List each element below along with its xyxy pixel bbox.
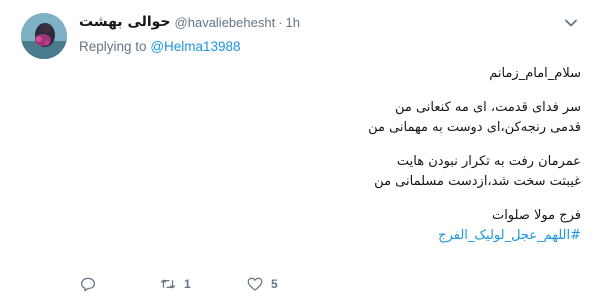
avatar-image bbox=[21, 13, 67, 59]
reply-mention-link[interactable]: @Helma13988 bbox=[150, 39, 240, 54]
tweet-text: سلام_امام_زمانم سر فدای قدمت، ای مه کنعا… bbox=[61, 64, 581, 246]
like-count: 5 bbox=[271, 277, 278, 291]
hashtag-link[interactable]: #اللهم_عجل_لولیک_الفرج bbox=[61, 226, 581, 246]
retweet-icon bbox=[159, 275, 177, 293]
avatar[interactable] bbox=[21, 13, 67, 59]
tweet-header: حوالی بهشت @havaliebehesht · 1h bbox=[79, 12, 300, 32]
display-name[interactable]: حوالی بهشت bbox=[79, 14, 171, 30]
tweet[interactable]: حوالی بهشت @havaliebehesht · 1h Replying… bbox=[0, 0, 598, 299]
replying-to-label: Replying to bbox=[79, 39, 147, 54]
retweet-count: 1 bbox=[184, 277, 191, 291]
replying-to: Replying to @Helma13988 bbox=[79, 39, 241, 54]
heart-icon bbox=[246, 275, 264, 293]
retweet-button[interactable]: 1 bbox=[159, 275, 246, 293]
tweet-actions: 1 5 bbox=[79, 273, 278, 295]
tweet-line: سلام_امام_زمانم bbox=[489, 66, 581, 81]
reply-icon bbox=[79, 275, 97, 293]
reply-button[interactable] bbox=[79, 275, 159, 293]
tweet-line: غیبتت سخت شد،ازدست مسلمانی من bbox=[374, 174, 581, 189]
tweet-line: فرج مولا صلوات bbox=[491, 208, 581, 223]
tweet-timestamp[interactable]: 1h bbox=[286, 15, 300, 30]
user-handle[interactable]: @havaliebehesht bbox=[175, 15, 276, 30]
tweet-line: قدمی رنجه‌کن،ای دوست به مهمانی من bbox=[368, 120, 581, 135]
like-button[interactable]: 5 bbox=[246, 275, 278, 293]
meta-separator: · bbox=[278, 14, 283, 30]
tweet-line: عمرمان رفت به تکرار نبودن هایت bbox=[396, 154, 581, 169]
tweet-line: سر فدای قدمت، ای مه کنعانی من bbox=[394, 100, 581, 115]
chevron-down-icon[interactable] bbox=[563, 15, 579, 31]
